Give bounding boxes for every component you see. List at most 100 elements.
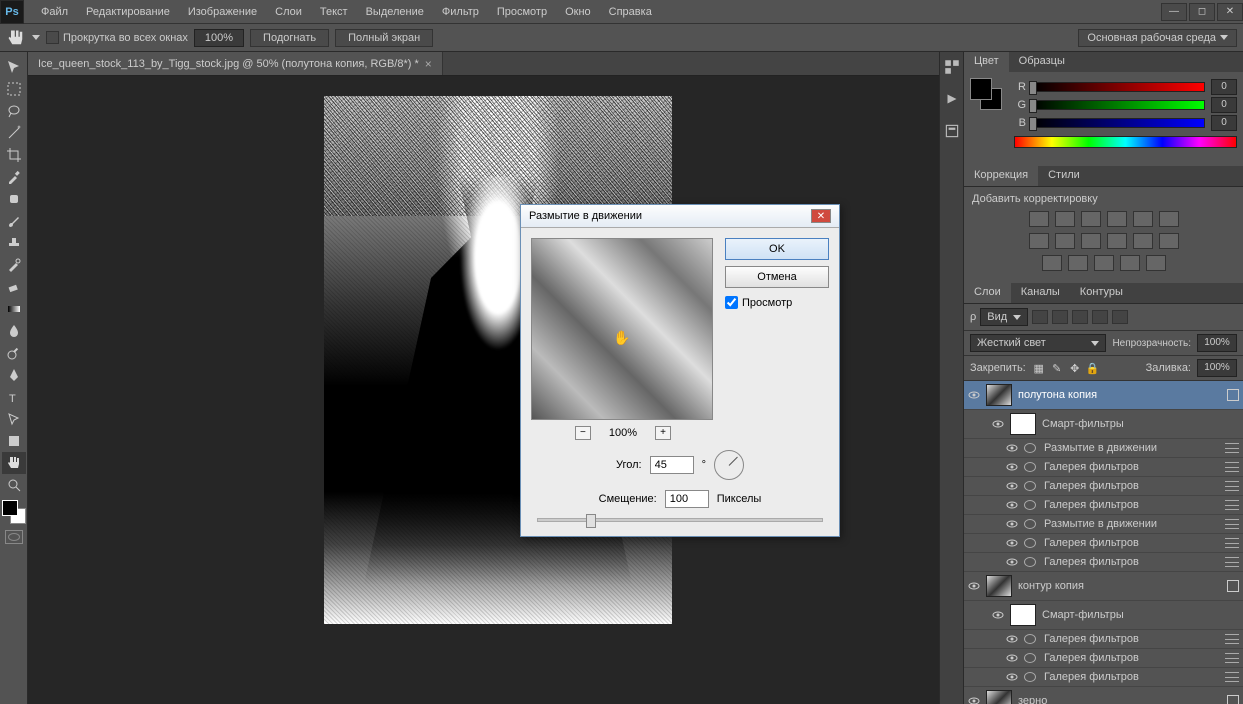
channel-r-slider[interactable] [1032,82,1205,92]
layer-item[interactable]: Галерея фильтров [964,534,1243,553]
visibility-toggle-icon[interactable] [1006,633,1018,645]
adj-threshold-icon[interactable] [1042,255,1062,271]
menu-filter[interactable]: Фильтр [433,2,488,22]
layer-item[interactable]: Галерея фильтров [964,668,1243,687]
filter-type-icon[interactable] [1072,310,1088,324]
tab-swatches[interactable]: Образцы [1009,52,1075,72]
zoom-in-button[interactable]: + [655,426,671,440]
window-restore-button[interactable]: ◻ [1189,3,1215,21]
preview-checkbox[interactable]: Просмотр [725,296,829,309]
adj-more2-icon[interactable] [1146,255,1166,271]
lock-all-icon[interactable]: 🔒 [1086,361,1100,375]
document-tab[interactable]: Ice_queen_stock_113_by_Tigg_stock.jpg @ … [28,52,443,75]
stamp-tool[interactable] [2,232,26,254]
filter-blending-options-icon[interactable] [1225,672,1239,682]
wand-tool[interactable] [2,122,26,144]
dodge-tool[interactable] [2,342,26,364]
layer-item[interactable]: Размытие в движении [964,515,1243,534]
channel-g-slider[interactable] [1032,100,1205,110]
layer-item[interactable]: Размытие в движении [964,439,1243,458]
quick-mask-toggle[interactable] [5,530,23,544]
angle-dial[interactable] [714,450,744,480]
color-spectrum[interactable] [1014,136,1237,148]
visibility-toggle-icon[interactable] [1006,518,1018,530]
history-panel-icon[interactable] [943,58,961,76]
filter-blending-options-icon[interactable] [1225,538,1239,548]
adj-hue-icon[interactable] [1159,211,1179,227]
scroll-all-windows-checkbox[interactable]: Прокрутка во всех окнах [46,31,188,44]
layer-thumbnail[interactable] [986,575,1012,597]
channel-g-value[interactable]: 0 [1211,97,1237,113]
tab-color[interactable]: Цвет [964,52,1009,72]
adj-more1-icon[interactable] [1120,255,1140,271]
shape-tool[interactable] [2,430,26,452]
visibility-toggle-icon[interactable] [1006,461,1018,473]
menu-select[interactable]: Выделение [357,2,433,22]
visibility-toggle-icon[interactable] [1006,671,1018,683]
menu-edit[interactable]: Редактирование [77,2,179,22]
blur-tool[interactable] [2,320,26,342]
visibility-toggle-icon[interactable] [992,418,1004,430]
hand-tool[interactable] [2,452,26,474]
layer-item[interactable]: зерно [964,687,1243,704]
menu-view[interactable]: Просмотр [488,2,556,22]
offset-input[interactable] [665,490,709,508]
visibility-toggle-icon[interactable] [1006,556,1018,568]
layer-item[interactable]: Галерея фильтров [964,649,1243,668]
heal-tool[interactable] [2,188,26,210]
adj-gradientmap-icon[interactable] [1068,255,1088,271]
eyedropper-tool[interactable] [2,166,26,188]
menu-help[interactable]: Справка [600,2,661,22]
layer-item[interactable]: Галерея фильтров [964,496,1243,515]
layer-item[interactable]: Смарт-фильтры [964,410,1243,439]
type-tool[interactable]: T [2,386,26,408]
window-close-button[interactable]: ✕ [1217,3,1243,21]
channel-b-value[interactable]: 0 [1211,115,1237,131]
visibility-toggle-icon[interactable] [992,609,1004,621]
ok-button[interactable]: OK [725,238,829,260]
layer-thumbnail[interactable] [986,384,1012,406]
layer-item[interactable]: Смарт-фильтры [964,601,1243,630]
tab-layers[interactable]: Слои [964,283,1011,303]
tool-preset-dropdown[interactable] [32,35,40,40]
tab-adjustments[interactable]: Коррекция [964,166,1038,186]
channel-b-slider[interactable] [1032,118,1205,128]
adj-vibrance-icon[interactable] [1133,211,1153,227]
visibility-toggle-icon[interactable] [1006,442,1018,454]
eraser-tool[interactable] [2,276,26,298]
layer-item[interactable]: Галерея фильтров [964,477,1243,496]
layer-item[interactable]: Галерея фильтров [964,630,1243,649]
foreground-background-swatch[interactable] [970,78,1002,110]
filter-image-icon[interactable] [1032,310,1048,324]
adj-bw-icon[interactable] [1029,233,1049,249]
layer-item[interactable]: контур копия [964,572,1243,601]
visibility-toggle-icon[interactable] [968,695,980,704]
filter-blending-options-icon[interactable] [1225,634,1239,644]
filter-adj-icon[interactable] [1052,310,1068,324]
visibility-toggle-icon[interactable] [1006,652,1018,664]
menu-image[interactable]: Изображение [179,2,266,22]
adj-curves-icon[interactable] [1081,211,1101,227]
opacity-field[interactable]: 100% [1197,334,1237,352]
canvas[interactable]: Размытие в движении ✕ ✋ − 100% + [28,76,939,704]
menu-text[interactable]: Текст [311,2,357,22]
visibility-toggle-icon[interactable] [1006,480,1018,492]
tab-styles[interactable]: Стили [1038,166,1090,186]
path-select-tool[interactable] [2,408,26,430]
brush-tool[interactable] [2,210,26,232]
channel-r-value[interactable]: 0 [1211,79,1237,95]
lasso-tool[interactable] [2,100,26,122]
layer-thumbnail[interactable] [986,690,1012,704]
close-icon[interactable]: × [425,57,432,71]
adj-exposure-icon[interactable] [1107,211,1127,227]
history-brush-tool[interactable] [2,254,26,276]
filter-blending-options-icon[interactable] [1225,653,1239,663]
filter-blending-options-icon[interactable] [1225,443,1239,453]
visibility-toggle-icon[interactable] [968,389,980,401]
properties-panel-icon[interactable] [943,122,961,140]
color-swatches[interactable] [2,500,26,524]
adj-selectivecolor-icon[interactable] [1094,255,1114,271]
dialog-close-button[interactable]: ✕ [811,209,831,223]
actions-panel-icon[interactable] [943,90,961,108]
adj-levels-icon[interactable] [1055,211,1075,227]
